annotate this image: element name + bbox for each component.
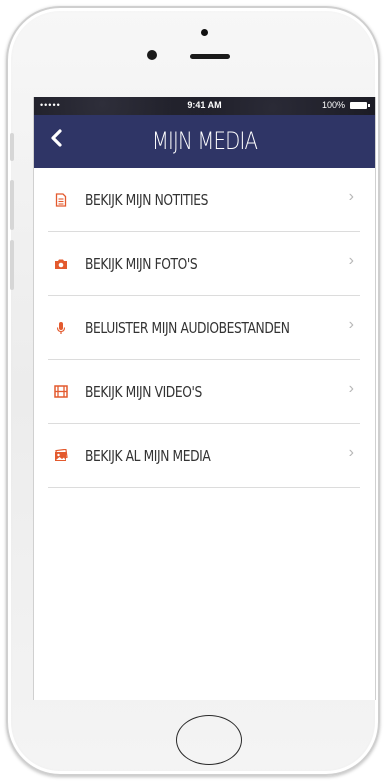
status-bar: ••••• 9:41 AM 100% <box>34 97 375 115</box>
volume-up-button <box>10 180 14 230</box>
chevron-left-icon[interactable] <box>50 129 62 151</box>
note-icon <box>54 192 68 207</box>
battery-icon <box>350 102 370 109</box>
page-title: MIJN MEDIA <box>151 127 258 155</box>
chevron-right-icon: › <box>348 316 354 333</box>
battery-percentage: 100% <box>321 100 345 110</box>
sensor-dot <box>201 29 208 36</box>
menu-item-label: BELUISTER MIJN AUDIOBESTANDEN <box>85 318 290 337</box>
menu-item-label: BEKIJK MIJN VIDEO'S <box>85 382 202 401</box>
mute-switch <box>10 133 14 161</box>
menu-item-audio[interactable]: BELUISTER MIJN AUDIOBESTANDEN › <box>48 296 360 360</box>
nav-bar: MIJN MEDIA <box>34 115 375 168</box>
volume-down-button <box>10 240 14 290</box>
menu-item-label: BEKIJK MIJN NOTITIES <box>85 190 209 209</box>
media-icon <box>54 449 68 463</box>
chevron-right-icon: › <box>348 252 354 269</box>
chevron-right-icon: › <box>348 444 354 461</box>
camera-icon <box>54 257 68 271</box>
front-camera <box>147 50 157 60</box>
menu-item-photos[interactable]: BEKIJK MIJN FOTO'S › <box>48 232 360 296</box>
media-menu: BEKIJK MIJN NOTITIES › BEKIJK MIJN FOTO'… <box>34 168 375 488</box>
earpiece-speaker <box>190 54 230 59</box>
chevron-right-icon: › <box>348 188 354 205</box>
chevron-right-icon: › <box>348 380 354 397</box>
menu-item-notes[interactable]: BEKIJK MIJN NOTITIES › <box>48 168 360 232</box>
menu-item-all-media[interactable]: BEKIJK AL MIJN MEDIA › <box>48 424 360 488</box>
app-screen: ••••• 9:41 AM 100% MIJN MEDIA BEKIJK MIJ… <box>33 97 376 700</box>
home-button[interactable] <box>176 715 242 765</box>
microphone-icon <box>54 321 68 335</box>
menu-item-label: BEKIJK AL MIJN MEDIA <box>85 446 211 465</box>
menu-item-videos[interactable]: BEKIJK MIJN VIDEO'S › <box>48 360 360 424</box>
film-icon <box>54 385 68 399</box>
menu-item-label: BEKIJK MIJN FOTO'S <box>85 254 198 273</box>
